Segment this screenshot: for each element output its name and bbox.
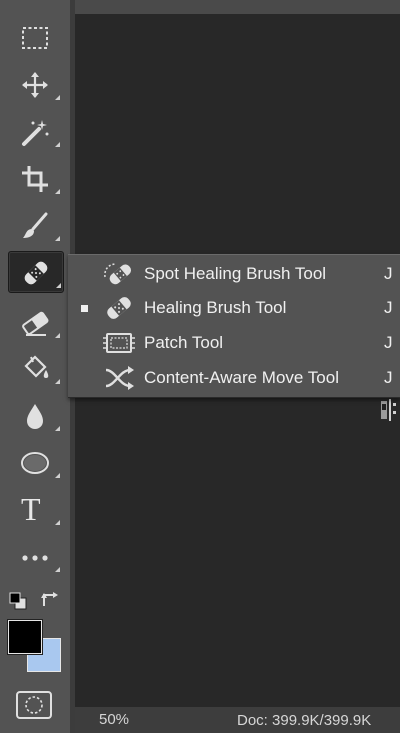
ellipse-tool-button[interactable]	[8, 442, 62, 482]
flyout-item-label: Patch Tool	[144, 333, 224, 352]
blur-tool-button[interactable]	[8, 395, 62, 435]
ellipsis-icon	[22, 555, 48, 561]
magic-wand-tool-button[interactable]	[8, 111, 62, 151]
flyout-item-shortcut: J	[384, 368, 393, 387]
move-icon	[22, 72, 48, 98]
flyout-item-healing-brush[interactable]: Healing Brush Tool J	[68, 291, 400, 325]
ellipse-icon	[21, 452, 49, 474]
brush-icon	[23, 212, 48, 238]
healing-brush-tool-button[interactable]	[8, 251, 64, 293]
eraser-icon	[22, 311, 49, 336]
crop-icon	[22, 166, 48, 192]
flyout-item-spot-healing[interactable]: Spot Healing Brush Tool J	[68, 257, 400, 291]
foreground-color-swatch[interactable]	[8, 620, 42, 654]
document-tab-strip	[75, 0, 400, 15]
patch-icon	[103, 333, 135, 353]
flyout-item-shortcut: J	[384, 333, 393, 352]
zoom-level[interactable]: 50%	[99, 711, 129, 728]
spot-healing-icon	[104, 263, 132, 285]
paint-bucket-icon	[24, 355, 49, 378]
swap-colors-icon[interactable]	[38, 588, 60, 610]
status-bar: 50% Doc: 399.9K/399.9K	[75, 707, 400, 733]
marquee-tool-button[interactable]	[8, 17, 62, 57]
paint-bucket-tool-button[interactable]	[8, 348, 62, 388]
eraser-tool-button[interactable]	[8, 302, 62, 342]
flyout-item-content-aware-move[interactable]: Content-Aware Move Tool J	[68, 361, 400, 395]
type-tool-button[interactable]: T	[8, 489, 62, 529]
rect-marquee-icon	[22, 27, 48, 49]
canvas-artifact	[381, 399, 396, 421]
quick-mask-icon[interactable]	[15, 690, 53, 720]
default-colors-icon[interactable]	[9, 592, 27, 610]
more-tools-button[interactable]	[8, 536, 62, 576]
selected-indicator	[81, 305, 88, 312]
document-size[interactable]: Doc: 399.9K/399.9K	[237, 712, 371, 729]
move-tool-button[interactable]	[8, 64, 62, 104]
bandage-icon	[24, 261, 48, 285]
crop-tool-button[interactable]	[8, 158, 62, 198]
flyout-item-patch[interactable]: Patch Tool J	[68, 326, 400, 360]
flyout-item-shortcut: J	[384, 298, 393, 317]
drop-icon	[27, 404, 43, 429]
flyout-item-label: Healing Brush Tool	[144, 298, 287, 317]
type-icon: T	[21, 491, 41, 527]
flyout-item-label: Spot Healing Brush Tool	[144, 264, 327, 283]
healing-tools-flyout: Spot Healing Brush Tool J Healing Brush …	[68, 254, 400, 398]
magic-wand-icon	[22, 120, 49, 146]
brush-tool-button[interactable]	[8, 205, 62, 245]
bandage-icon	[107, 297, 131, 319]
toolbar: T	[0, 0, 70, 733]
flyout-item-label: Content-Aware Move Tool	[144, 368, 339, 387]
flyout-item-shortcut: J	[384, 264, 393, 283]
content-aware-move-icon	[105, 366, 134, 390]
